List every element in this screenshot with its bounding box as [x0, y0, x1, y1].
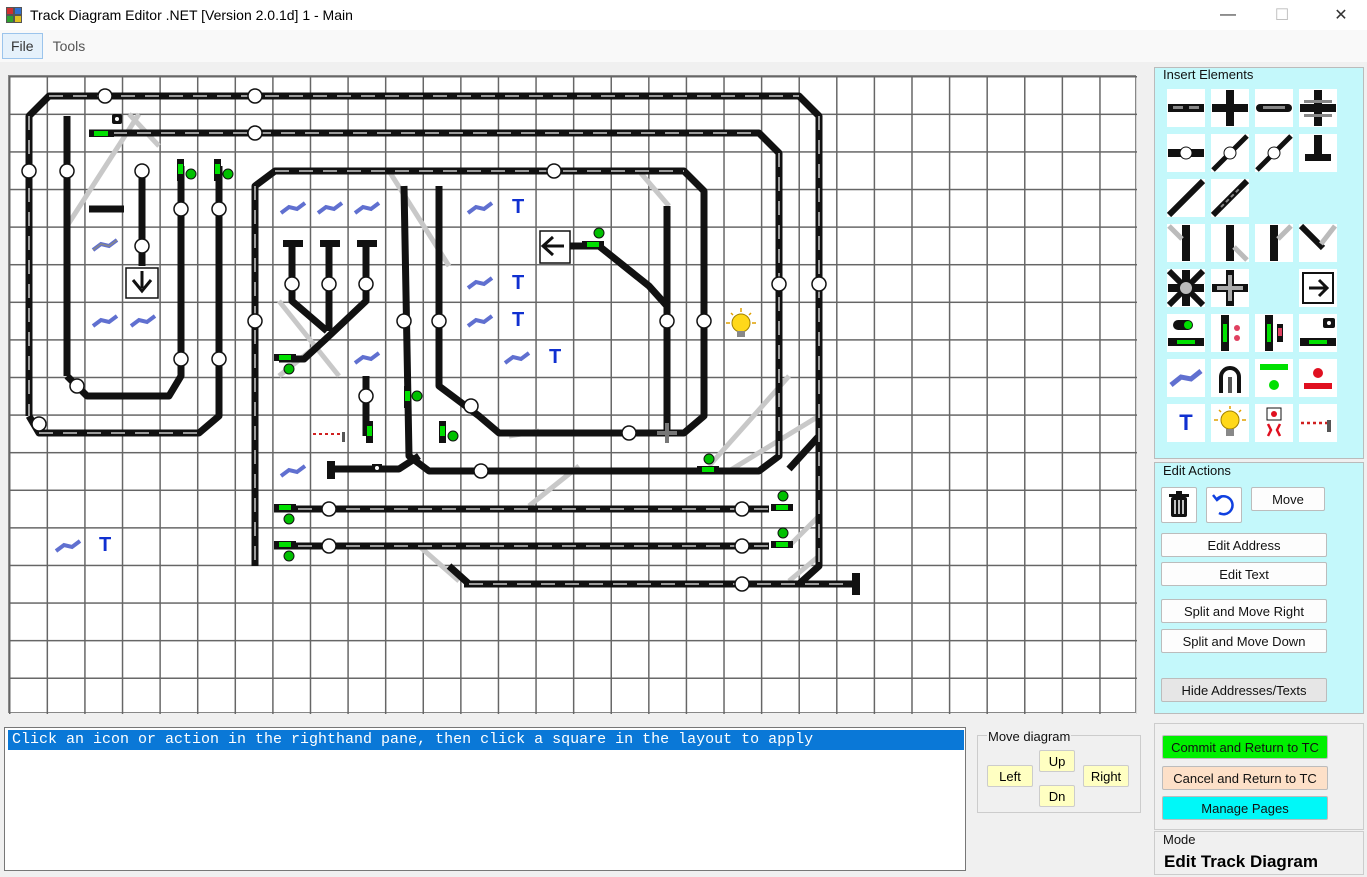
menu-file[interactable]: File	[2, 33, 43, 59]
edit-actions-label: Edit Actions	[1163, 463, 1231, 478]
diagonal-block-icon[interactable]	[1211, 134, 1249, 172]
diagram-text-marker: T	[512, 309, 525, 331]
accessory-icon[interactable]	[1167, 359, 1205, 397]
move-diagram-group: Move diagram Up Left Right Dn	[977, 729, 1141, 813]
mode-value: Edit Track Diagram	[1164, 852, 1319, 871]
move-up-button[interactable]: Up	[1039, 750, 1075, 772]
red-indicator-icon[interactable]	[1299, 359, 1337, 397]
move-diagram-label: Move diagram	[987, 729, 1072, 744]
move-button[interactable]: Move	[1251, 487, 1325, 511]
bridge-track-icon[interactable]	[1299, 89, 1337, 127]
manage-pages-button[interactable]: Manage Pages	[1162, 796, 1328, 820]
diagonal-track-icon[interactable]	[1167, 179, 1205, 217]
lamp-icon[interactable]	[1211, 404, 1249, 442]
route-arrows	[125, 230, 571, 299]
switch-left-icon[interactable]	[1167, 224, 1205, 262]
barrier-icon[interactable]	[1299, 404, 1337, 442]
signal-green-icon[interactable]	[1255, 314, 1293, 352]
diagram-text-marker: T	[512, 272, 525, 294]
straight-track-icon[interactable]	[1167, 89, 1205, 127]
title-bar: Track Diagram Editor .NET [Version 2.0.1…	[0, 0, 1367, 30]
route-arrow-icon[interactable]	[1299, 269, 1337, 307]
delete-button[interactable]	[1161, 487, 1197, 523]
insert-elements-label: Insert Elements	[1163, 67, 1254, 82]
switch-straight-icon[interactable]	[1211, 224, 1249, 262]
track-layout	[21, 88, 860, 595]
edit-text-button[interactable]: Edit Text	[1161, 562, 1327, 586]
move-down-button[interactable]: Dn	[1039, 785, 1075, 807]
move-right-button[interactable]: Right	[1083, 765, 1129, 787]
curve-track-icon[interactable]	[1255, 89, 1293, 127]
text-icon[interactable]: T	[1167, 404, 1205, 442]
buffer-stop-icon[interactable]	[1299, 134, 1337, 172]
switch-right-icon[interactable]	[1255, 224, 1293, 262]
signal-red-icon[interactable]	[1211, 314, 1249, 352]
status-message-box[interactable]: Click an icon or action in the righthand…	[4, 727, 966, 871]
menu-tools[interactable]: Tools	[45, 34, 94, 58]
cancel-return-button[interactable]: Cancel and Return to TC	[1162, 766, 1328, 790]
move-left-button[interactable]: Left	[987, 765, 1033, 787]
double-slip-icon[interactable]	[1167, 269, 1205, 307]
hide-addresses-button[interactable]: Hide Addresses/Texts	[1161, 678, 1327, 702]
commit-return-button[interactable]: Commit and Return to TC	[1162, 735, 1328, 759]
menu-bar: File Tools	[0, 30, 1367, 62]
split-move-down-button[interactable]: Split and Move Down	[1161, 629, 1327, 653]
tunnel-icon[interactable]	[1211, 359, 1249, 397]
green-indicator-icon[interactable]	[1255, 359, 1293, 397]
undo-icon	[1212, 494, 1234, 516]
trash-icon	[1169, 491, 1189, 517]
close-button[interactable]: ✕	[1318, 0, 1364, 30]
switch-diagonal-icon[interactable]	[1299, 224, 1337, 262]
diagram-text-marker: T	[549, 346, 562, 368]
insert-elements-panel: Insert Elements T	[1154, 67, 1364, 459]
diagram-text-marker: T	[99, 534, 112, 556]
diagram-text-marker: T	[512, 196, 525, 218]
figure-icon[interactable]	[1255, 404, 1293, 442]
command-group: Commit and Return to TC Cancel and Retur…	[1154, 723, 1364, 830]
text-icon-glyph: T	[1179, 410, 1193, 435]
decoupler-icon[interactable]	[1299, 314, 1337, 352]
track-diagram-canvas[interactable]: T T T T T	[8, 75, 1137, 714]
cross-track-icon[interactable]	[1211, 89, 1249, 127]
mode-group: Mode Edit Track Diagram	[1154, 831, 1364, 875]
maximize-button[interactable]: ☐	[1259, 0, 1305, 30]
mode-label: Mode	[1163, 832, 1196, 847]
edit-address-button[interactable]: Edit Address	[1161, 533, 1327, 557]
undo-button[interactable]	[1206, 487, 1242, 523]
app-icon	[6, 7, 22, 23]
diagonal-detector-icon[interactable]	[1255, 134, 1293, 172]
status-message: Click an icon or action in the righthand…	[8, 730, 964, 750]
crossing-switch-icon[interactable]	[1211, 269, 1249, 307]
signal-block-icon[interactable]	[1167, 314, 1205, 352]
block-detector-icon[interactable]	[1167, 134, 1205, 172]
edit-actions-panel: Edit Actions Move Edit Address Edit Text…	[1154, 462, 1364, 714]
split-move-right-button[interactable]: Split and Move Right	[1161, 599, 1327, 623]
minimize-button[interactable]: —	[1205, 0, 1251, 30]
window-title: Track Diagram Editor .NET [Version 2.0.1…	[30, 7, 353, 23]
diagonal-double-icon[interactable]	[1211, 179, 1249, 217]
